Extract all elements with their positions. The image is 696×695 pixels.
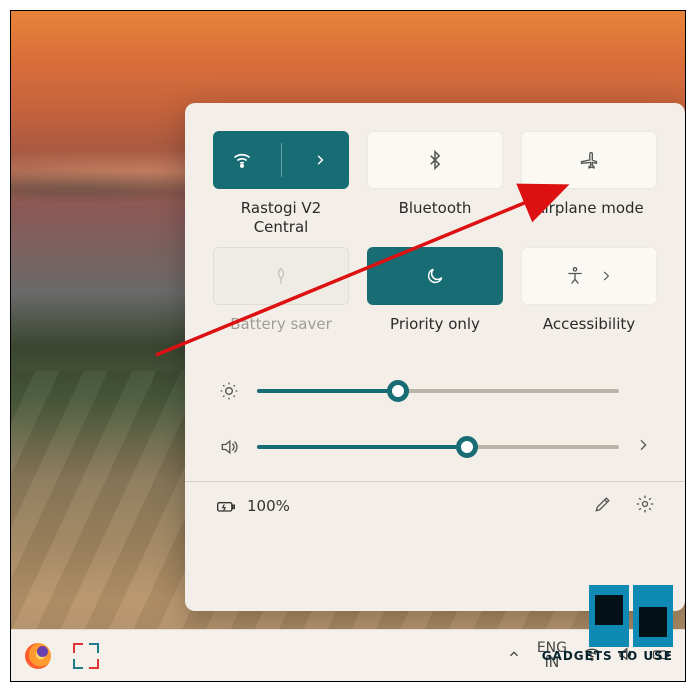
- wifi-expand[interactable]: [292, 132, 349, 188]
- brightness-slider-thumb[interactable]: [387, 380, 409, 402]
- bluetooth-icon: [425, 150, 445, 170]
- battery-charging-icon: [215, 496, 237, 516]
- airplane-mode-label: Airplane mode: [534, 199, 644, 235]
- wifi-icon: [232, 150, 252, 170]
- volume-slider[interactable]: [257, 445, 619, 449]
- accessibility-tile[interactable]: [521, 247, 657, 305]
- edit-quick-settings-button[interactable]: [593, 494, 613, 518]
- watermark-logo: [589, 585, 673, 647]
- tray-overflow-button[interactable]: [507, 647, 521, 665]
- chevron-right-icon: [313, 153, 327, 167]
- volume-slider-thumb[interactable]: [456, 436, 478, 458]
- airplane-icon: [579, 150, 599, 170]
- volume-expand[interactable]: [635, 437, 653, 457]
- quick-settings-panel: Rastogi V2 Central Bluetooth Airpl: [185, 103, 685, 611]
- firefox-taskbar-icon[interactable]: [25, 643, 51, 669]
- wifi-label: Rastogi V2 Central: [213, 199, 349, 237]
- watermark: GADGETS TO USE: [542, 585, 673, 663]
- battery-saver-tile: [213, 247, 349, 305]
- quick-settings-footer: 100%: [213, 482, 657, 518]
- battery-status[interactable]: 100%: [215, 496, 290, 516]
- volume-row: [213, 419, 657, 475]
- bluetooth-tile[interactable]: [367, 131, 503, 189]
- chevron-right-icon: [599, 269, 613, 283]
- brightness-slider[interactable]: [257, 389, 619, 393]
- focus-assist-label: Priority only: [390, 315, 480, 351]
- wifi-tile[interactable]: [213, 131, 349, 189]
- settings-button[interactable]: [635, 494, 655, 518]
- quick-settings-tiles: Rastogi V2 Central Bluetooth Airpl: [213, 131, 657, 351]
- brightness-row: [213, 363, 657, 419]
- battery-saver-icon: [271, 266, 291, 286]
- brightness-icon: [217, 381, 241, 401]
- accessibility-icon: [565, 266, 585, 286]
- moon-icon: [425, 266, 445, 286]
- battery-saver-label: Battery saver: [230, 315, 332, 351]
- watermark-text: GADGETS TO USE: [542, 649, 673, 663]
- bluetooth-label: Bluetooth: [399, 199, 472, 235]
- airplane-mode-tile[interactable]: [521, 131, 657, 189]
- focus-assist-tile[interactable]: [367, 247, 503, 305]
- accessibility-label: Accessibility: [543, 315, 635, 351]
- wifi-toggle[interactable]: [214, 132, 271, 188]
- battery-percent: 100%: [247, 497, 290, 515]
- quick-settings-sliders: [213, 363, 657, 475]
- volume-icon: [217, 437, 241, 457]
- snipping-tool-taskbar-icon[interactable]: [73, 643, 99, 669]
